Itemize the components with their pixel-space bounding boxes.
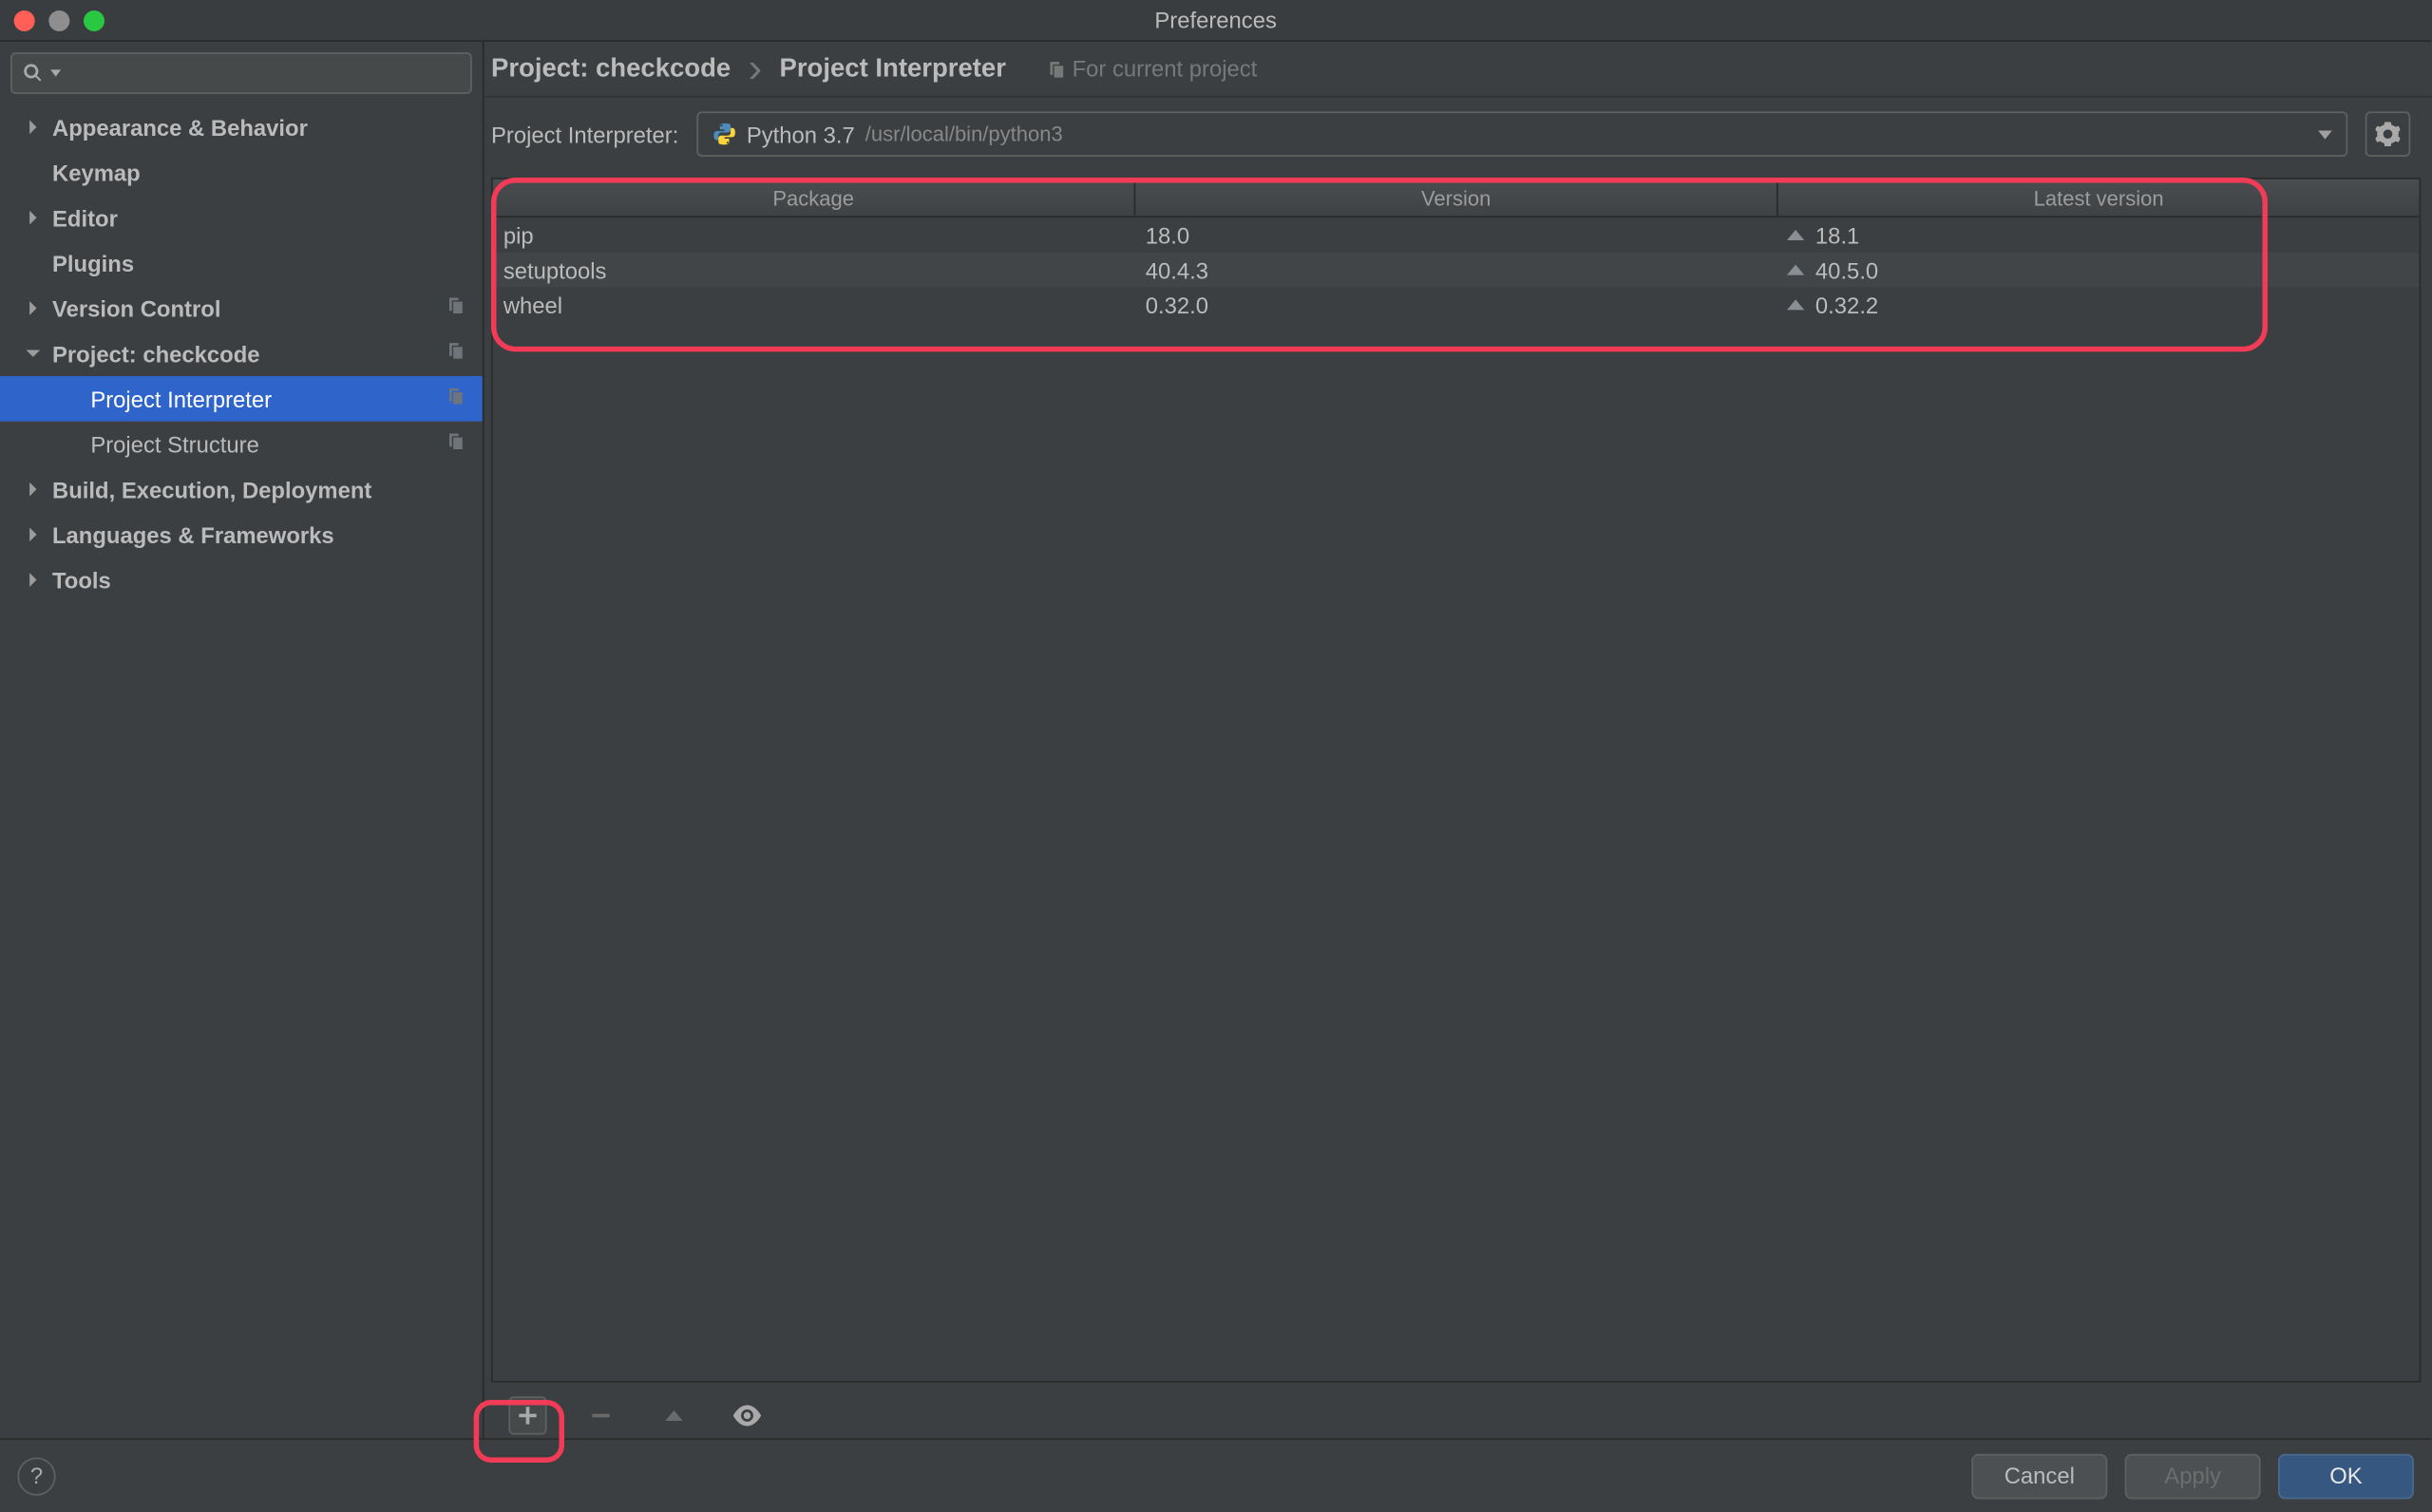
add-package-button[interactable] [508,1396,546,1434]
tree-item-label: Version Control [52,295,220,321]
copy-icon [1044,58,1065,79]
dialog-footer: ? Cancel Apply OK [0,1438,2431,1511]
cell-latest: 0.32.2 [1777,292,2420,317]
disclosure-triangle-icon [25,211,42,225]
packages-toolbar [491,1393,2421,1439]
interpreter-path: /usr/local/bin/python3 [865,122,1063,146]
tree-item-label: Appearance & Behavior [52,114,308,140]
tree-item[interactable]: Keymap [0,150,483,196]
main-panel: Project: checkcode › Project Interpreter… [484,42,2432,1438]
tree-item[interactable]: Languages & Frameworks [0,512,483,558]
disclosure-triangle-icon [25,527,42,541]
tree-item[interactable]: Plugins [0,240,483,286]
table-body: pip18.018.1setuptools40.4.340.5.0wheel0.… [493,217,2420,1381]
settings-tree: Appearance & Behavior Keymap Editor Plugins… [0,104,483,1438]
titlebar: Preferences [0,0,2431,42]
upgrade-available-icon [1788,299,1805,310]
interpreter-combo[interactable]: Python 3.7 /usr/local/bin/python3 [696,111,2348,157]
plus-icon [517,1405,538,1426]
interpreter-row: Project Interpreter: Python 3.7 /usr/loc… [484,98,2432,171]
remove-package-button[interactable] [581,1396,619,1434]
tree-child-item[interactable]: Project Interpreter [0,376,483,422]
column-version[interactable]: Version [1135,180,1777,216]
table-row[interactable]: wheel0.32.00.32.2 [493,287,2420,322]
tree-child-item[interactable]: Project Structure [0,422,483,467]
interpreter-settings-button[interactable] [2366,111,2411,157]
upgrade-available-icon [1788,265,1805,275]
tree-item[interactable]: Tools [0,558,483,603]
project-scope-icon [444,386,465,411]
cell-latest: 40.5.0 [1777,256,2420,282]
tree-item-label: Build, Execution, Deployment [52,476,371,501]
tree-item-label: Project Interpreter [90,386,272,411]
tree-item[interactable]: Appearance & Behavior [0,104,483,150]
column-latest[interactable]: Latest version [1778,180,2420,216]
column-package[interactable]: Package [493,180,1135,216]
cell-package: pip [493,222,1135,248]
breadcrumb: Project: checkcode › Project Interpreter… [484,42,2432,98]
minus-icon [590,1405,611,1426]
interpreter-name: Python 3.7 [747,121,855,146]
cell-version: 0.32.0 [1135,292,1777,317]
disclosure-triangle-icon [25,347,42,361]
interpreter-label: Project Interpreter: [491,121,678,146]
help-icon: ? [30,1463,43,1488]
tree-item-label: Project: checkcode [52,340,260,366]
current-project-hint: For current project [1044,56,1257,82]
tree-item[interactable]: Version Control [0,286,483,331]
search-input[interactable] [10,52,472,94]
disclosure-triangle-icon [25,482,42,497]
project-scope-icon [444,431,465,457]
table-row[interactable]: pip18.018.1 [493,217,2420,253]
tree-item-label: Languages & Frameworks [52,521,334,547]
cell-version: 40.4.3 [1135,256,1777,282]
ok-button[interactable]: OK [2278,1453,2414,1499]
python-icon [712,122,736,146]
tree-item-label: Editor [52,204,118,230]
project-scope-icon [444,295,465,321]
window-title: Preferences [0,7,2431,32]
tree-item[interactable]: Editor [0,195,483,240]
tree-item[interactable]: Project: checkcode [0,331,483,376]
cell-package: wheel [493,292,1135,317]
chevron-down-icon [2318,130,2332,139]
breadcrumb-project: Project: checkcode [491,54,731,84]
upgrade-available-icon [1788,230,1805,240]
cell-latest: 18.1 [1777,222,2420,248]
disclosure-triangle-icon [25,573,42,587]
packages-table: Package Version Latest version pip18.018… [491,178,2421,1383]
sidebar: Appearance & Behavior Keymap Editor Plugins… [0,42,484,1438]
preferences-window: Preferences Appearance & Behavior Keymap E… [0,0,2431,1511]
cell-package: setuptools [493,256,1135,282]
upgrade-icon [665,1410,682,1421]
gear-icon [2376,122,2401,146]
cancel-button[interactable]: Cancel [1971,1453,2107,1499]
table-header: Package Version Latest version [493,180,2420,217]
packages-panel: Package Version Latest version pip18.018… [491,178,2421,1383]
apply-button[interactable]: Apply [2125,1453,2261,1499]
eye-icon [733,1405,761,1426]
disclosure-triangle-icon [25,120,42,134]
search-icon [23,63,44,84]
tree-item-label: Keymap [52,160,141,185]
breadcrumb-page: Project Interpreter [780,54,1006,84]
chevron-right-icon: › [749,45,763,93]
tree-item-label: Tools [52,567,111,593]
show-early-releases-button[interactable] [728,1396,766,1434]
upgrade-package-button[interactable] [655,1396,693,1434]
tree-item-label: Plugins [52,250,134,275]
disclosure-triangle-icon [25,301,42,315]
help-button[interactable]: ? [17,1457,55,1495]
cell-version: 18.0 [1135,222,1777,248]
tree-item-label: Project Structure [90,431,259,457]
chevron-down-icon [50,69,61,76]
tree-item[interactable]: Build, Execution, Deployment [0,466,483,512]
project-scope-icon [444,340,465,366]
table-row[interactable]: setuptools40.4.340.5.0 [493,253,2420,288]
